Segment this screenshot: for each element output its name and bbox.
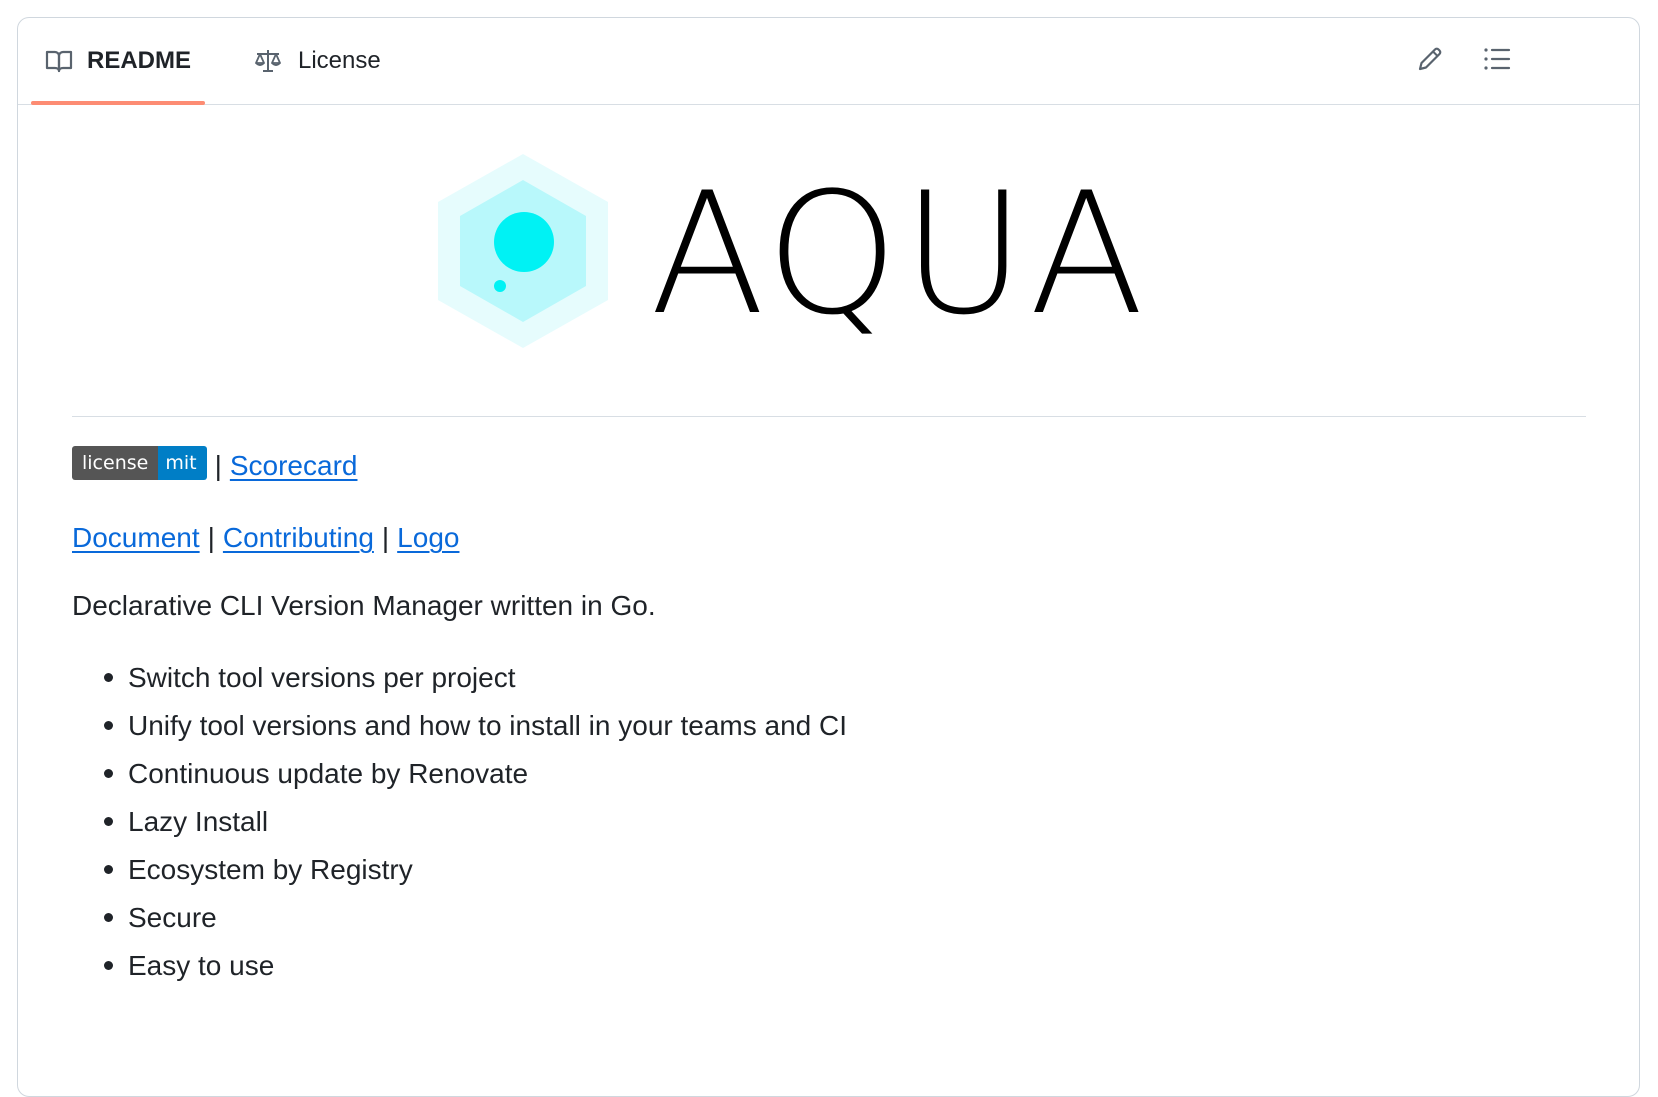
description: Declarative CLI Version Manager written …	[72, 590, 656, 621]
feature-text: Unify tool versions and how to install i…	[128, 710, 848, 741]
feature-text: Easy to use	[128, 950, 275, 981]
feature-text: Lazy Install	[128, 806, 269, 837]
list-item: Ecosystem by Registry	[104, 850, 847, 898]
list-item: Switch tool versions per project	[104, 658, 847, 706]
feature-list: Switch tool versions per project Unify t…	[72, 658, 847, 994]
edit-file-button[interactable]	[1410, 41, 1450, 81]
list-item: Easy to use	[104, 946, 847, 994]
bullet-icon	[104, 721, 113, 730]
list-item: Unify tool versions and how to install i…	[104, 706, 848, 754]
aqua-logo-text: AQUA	[650, 156, 1148, 352]
tab-readme-label: README	[87, 47, 192, 74]
feature-text: Switch tool versions per project	[128, 662, 516, 693]
readme-box: README License AQUA license mit | Scorec…	[17, 17, 1640, 1097]
scorecard-link[interactable]: Scorecard	[230, 450, 358, 482]
tab-license[interactable]: License	[240, 18, 395, 104]
readme-tab-bar: README License	[18, 18, 1639, 105]
tab-readme[interactable]: README	[31, 18, 206, 105]
pencil-icon	[1416, 45, 1444, 78]
list-item: Continuous update by Renovate	[104, 754, 847, 802]
divider	[72, 416, 1586, 417]
document-link[interactable]: Document	[72, 522, 200, 553]
separator: |	[214, 450, 222, 481]
active-tab-underline	[31, 101, 206, 105]
license-badge[interactable]: license mit	[72, 446, 207, 480]
law-scale-icon	[254, 48, 282, 74]
list-item: Secure	[104, 898, 847, 946]
bullet-icon	[104, 913, 113, 922]
outline-button[interactable]	[1477, 41, 1517, 81]
bullet-icon	[104, 865, 113, 874]
feature-text: Ecosystem by Registry	[128, 854, 413, 885]
license-badge-label: license	[72, 446, 159, 480]
tab-license-label: License	[298, 47, 381, 74]
separator: |	[381, 522, 390, 553]
list-item: Lazy Install	[104, 802, 847, 850]
badge-line: license mit | Scorecard	[72, 446, 357, 486]
separator: |	[207, 522, 215, 553]
bullet-icon	[104, 769, 113, 778]
bullet-icon	[104, 817, 113, 826]
feature-text: Continuous update by Renovate	[128, 758, 529, 789]
logo-link[interactable]: Logo	[397, 522, 459, 553]
license-badge-value: mit	[158, 446, 207, 480]
contributing-link[interactable]: Contributing	[223, 522, 374, 553]
bullet-icon	[104, 961, 113, 970]
aqua-logo: AQUA	[438, 153, 1158, 364]
feature-text: Secure	[128, 902, 217, 933]
list-unordered-icon	[1483, 46, 1511, 77]
links-line: Document | Contributing | Logo	[72, 520, 459, 556]
bullet-icon	[104, 673, 113, 682]
book-icon	[45, 49, 73, 73]
